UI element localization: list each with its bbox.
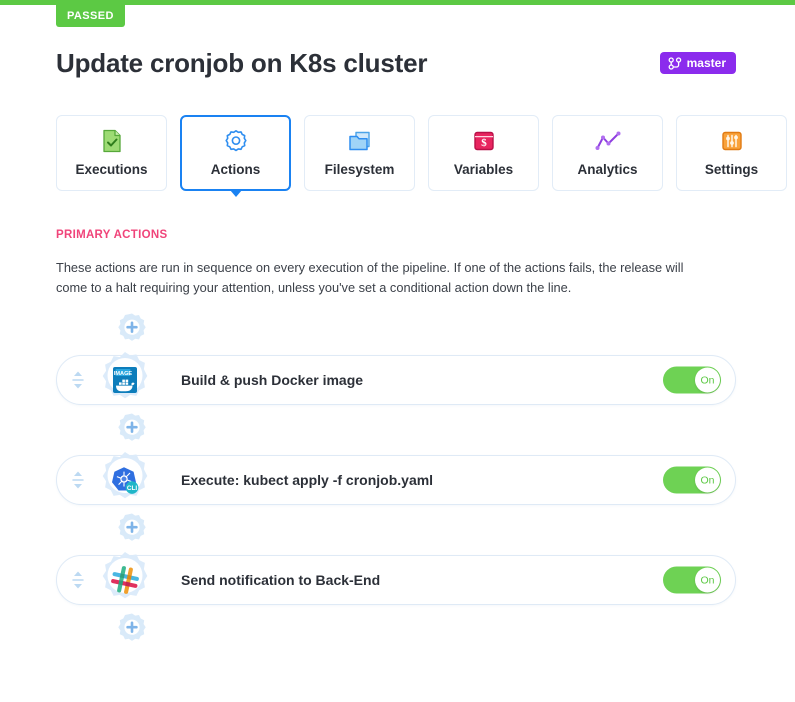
action-name: Build & push Docker image [181,372,364,388]
action-toggle[interactable]: On [663,566,721,594]
sliders-icon [720,129,744,153]
slack-icon [108,563,142,597]
gear-plus-icon[interactable] [113,511,151,549]
action-row: CLI Execute: kubect apply -f cronjob.yam… [56,452,736,505]
toggle-knob: On [695,367,720,393]
branch-icon [668,56,682,70]
branch-label: master [686,56,726,70]
branch-badge[interactable]: master [659,52,736,74]
gear-plus-icon[interactable] [113,411,151,449]
kubernetes-cli-icon: CLI [108,463,142,497]
actions-list: IMAGE Build & push Docker image On CLI E… [0,305,795,655]
action-row: IMAGE Build & push Docker image On [56,352,736,405]
add-action-connector [0,505,795,555]
tab-label: Analytics [577,162,638,177]
action-toggle[interactable]: On [663,366,721,394]
add-action-connector [0,305,795,355]
action-toggle[interactable]: On [663,466,721,494]
action-card[interactable]: IMAGE Build & push Docker image On [56,352,736,405]
tab-bar: Executions Actions Filesystem $ Variable… [56,115,787,191]
document-check-icon [101,129,123,153]
line-chart-icon [595,129,621,153]
tab-label: Actions [210,162,261,177]
drag-handle-icon[interactable] [67,467,89,493]
action-icon-holder[interactable] [94,549,156,611]
section-label: PRIMARY ACTIONS [56,229,168,241]
tab-label: Filesystem [324,162,395,177]
pipeline-actions-page: PASSED Update cronjob on K8s cluster mas… [0,0,795,702]
header: Update cronjob on K8s cluster master [56,42,736,84]
section-description: These actions are run in sequence on eve… [56,260,684,295]
add-action-connector [0,405,795,455]
action-row: Send notification to Back-End On [56,552,736,605]
tab-actions[interactable]: Actions [180,115,291,191]
action-icon-holder[interactable]: IMAGE [94,349,156,411]
action-card[interactable]: CLI Execute: kubect apply -f cronjob.yam… [56,452,736,505]
tab-label: Executions [75,162,148,177]
tab-settings[interactable]: Settings [676,115,787,191]
action-name: Execute: kubect apply -f cronjob.yaml [181,472,434,488]
status-badge: PASSED [56,5,125,27]
tab-variables[interactable]: $ Variables [428,115,539,191]
action-icon-holder[interactable]: CLI [94,449,156,511]
toggle-knob: On [695,467,720,493]
tab-filesystem[interactable]: Filesystem [304,115,415,191]
folder-icon [348,129,372,153]
tab-analytics[interactable]: Analytics [552,115,663,191]
page-title: Update cronjob on K8s cluster [56,47,428,78]
action-name: Send notification to Back-End [181,572,381,588]
svg-text:CLI: CLI [127,485,138,492]
tab-executions[interactable]: Executions [56,115,167,191]
toggle-knob: On [695,567,720,593]
gear-plus-icon[interactable] [113,611,151,649]
tab-label: Settings [704,162,759,177]
svg-text:$: $ [481,137,487,149]
svg-text:IMAGE: IMAGE [114,371,133,377]
docker-image-icon: IMAGE [108,363,142,397]
drag-handle-icon[interactable] [67,567,89,593]
gear-plus-icon[interactable] [113,311,151,349]
drag-handle-icon[interactable] [67,367,89,393]
tab-label: Variables [453,162,514,177]
gear-icon [224,129,248,153]
add-action-connector [0,605,795,655]
dollar-panel-icon: $ [472,129,496,153]
action-card[interactable]: Send notification to Back-End On [56,552,736,605]
